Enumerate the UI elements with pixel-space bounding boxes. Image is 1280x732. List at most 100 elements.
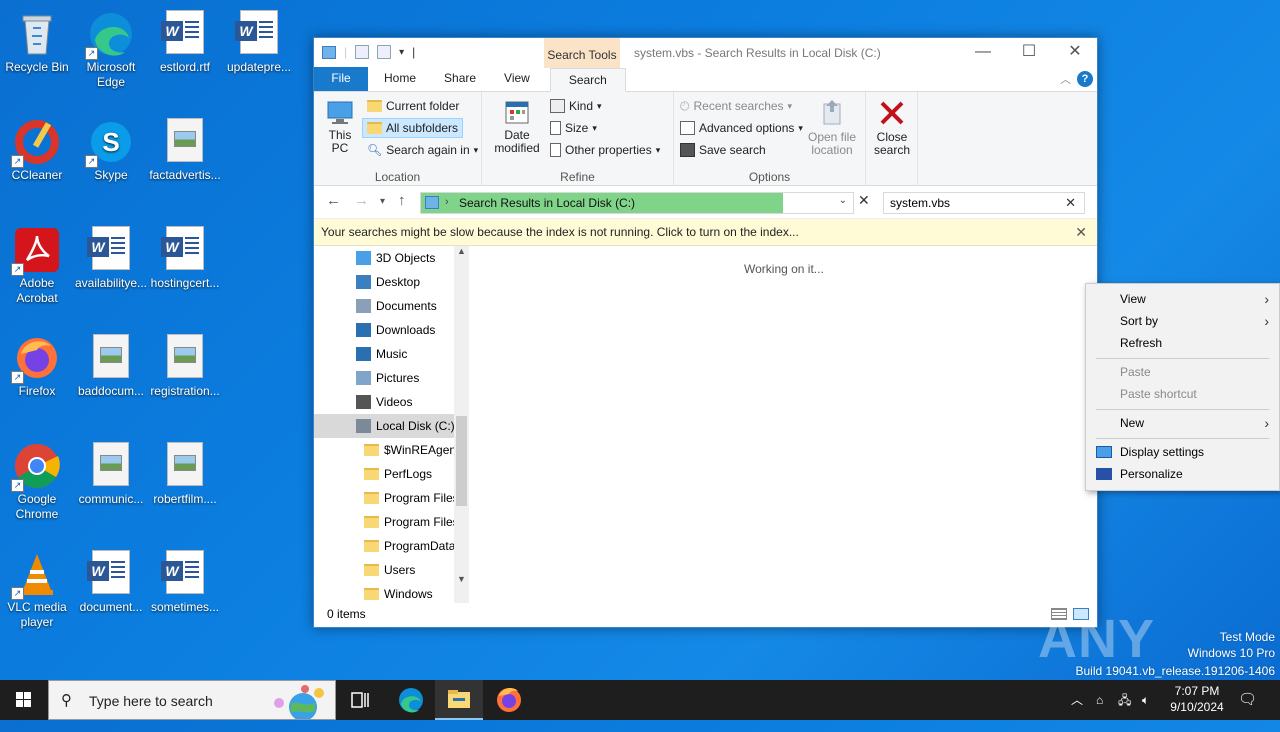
- nav-scrollbar[interactable]: ▲ ▼: [454, 246, 469, 606]
- menu-item-new[interactable]: New ›: [1086, 412, 1279, 434]
- nav-item[interactable]: Pictures: [314, 366, 454, 390]
- scroll-thumb[interactable]: [456, 416, 467, 506]
- windows-logo-icon: [16, 692, 31, 707]
- desktop-icon-robertfilm[interactable]: robertfilm....: [148, 438, 222, 507]
- title-bar[interactable]: | ▾ | Search Tools system.vbs - Search R…: [314, 38, 1097, 68]
- network-icon[interactable]: 🖧︎: [1118, 680, 1131, 720]
- desktop-icon-recycle-bin[interactable]: Recycle Bin: [0, 6, 74, 75]
- desktop-icon-baddocum[interactable]: baddocum...: [74, 330, 148, 399]
- date-modified-button[interactable]: Date modified: [486, 98, 548, 155]
- desktop-icon-ccleaner[interactable]: ↗ CCleaner: [0, 114, 74, 183]
- all-subfolders-button[interactable]: All subfolders: [362, 118, 464, 138]
- close-search-button[interactable]: Close search: [870, 98, 914, 157]
- folder-icon: [364, 468, 379, 480]
- nav-item[interactable]: Documents: [314, 294, 454, 318]
- search-input[interactable]: system.vbs ✕: [883, 192, 1085, 214]
- minimize-button[interactable]: —: [960, 38, 1006, 68]
- help-icon[interactable]: ?: [1077, 71, 1093, 87]
- address-field[interactable]: › Search Results in Local Disk (C:) ⌄: [420, 192, 854, 214]
- taskbar-edge-button[interactable]: [387, 680, 435, 720]
- properties-icon[interactable]: [355, 45, 370, 59]
- search-again-in-button[interactable]: 🔍︎ Search again in ▾: [364, 140, 481, 160]
- up-arrow-icon[interactable]: ↑: [398, 192, 406, 209]
- menu-item-paste-shortcut[interactable]: Paste shortcut: [1086, 383, 1279, 405]
- desktop-icon-label: communic...: [78, 492, 144, 506]
- dismiss-info-bar-icon[interactable]: ✕: [1075, 219, 1087, 245]
- nav-item[interactable]: Desktop: [314, 270, 454, 294]
- desktop-icon-hostingcert[interactable]: W hostingcert...: [148, 222, 222, 291]
- desktop-icon-microsoft-edge[interactable]: ↗ Microsoft Edge: [74, 6, 148, 90]
- recent-locations-chevron-icon[interactable]: ▾: [380, 196, 385, 207]
- advanced-options-button[interactable]: Advanced options ▾: [680, 118, 803, 138]
- nav-item[interactable]: 3D Objects: [314, 246, 454, 270]
- system-clock[interactable]: 7:07 PM 9/10/2024: [1160, 683, 1234, 715]
- stop-search-icon[interactable]: ✕: [858, 192, 870, 209]
- nav-item[interactable]: Downloads: [314, 318, 454, 342]
- desktop-icon-adobe-acrobat[interactable]: ↗ Adobe Acrobat: [0, 222, 74, 306]
- nav-item[interactable]: Program Files: [314, 486, 454, 510]
- tab-view[interactable]: View: [490, 67, 544, 91]
- desktop-icon-factadvertis[interactable]: factadvertis...: [148, 114, 222, 183]
- size-button[interactable]: Size ▾: [550, 118, 597, 138]
- nav-item[interactable]: PerfLogs: [314, 462, 454, 486]
- back-arrow-icon[interactable]: ←: [326, 192, 341, 209]
- nav-item[interactable]: Local Disk (C:): [314, 414, 454, 438]
- scroll-down-icon[interactable]: ▼: [457, 574, 466, 584]
- volume-icon[interactable]: 🔈︎: [1142, 680, 1149, 720]
- collapse-ribbon-icon[interactable]: ︿: [1060, 71, 1071, 87]
- current-folder-button[interactable]: Current folder: [364, 96, 462, 116]
- menu-item-refresh[interactable]: Refresh: [1086, 332, 1279, 354]
- address-dropdown-icon[interactable]: ⌄: [839, 195, 847, 206]
- security-tray-icon[interactable]: ⌂: [1096, 680, 1103, 720]
- forward-arrow-icon[interactable]: →: [354, 192, 369, 209]
- nav-item[interactable]: ProgramData: [314, 534, 454, 558]
- tab-search[interactable]: Search: [549, 68, 626, 92]
- desktop-icon-availabilitye[interactable]: W availabilitye...: [74, 222, 148, 291]
- desktop-icon-sometimes[interactable]: W sometimes...: [148, 546, 222, 615]
- task-view-button[interactable]: [336, 680, 384, 720]
- desktop-icon-vlc[interactable]: ↗ VLC media player: [0, 546, 74, 630]
- show-hidden-icons-chevron-icon[interactable]: ︿: [1071, 680, 1083, 720]
- nav-item-label: Desktop: [376, 275, 421, 289]
- recent-searches-button[interactable]: 🕘︎ Recent searches ▾: [680, 96, 792, 116]
- customize-toolbar-chevron-icon[interactable]: ▾: [399, 47, 404, 58]
- kind-button[interactable]: Kind ▾: [550, 96, 602, 116]
- nav-item[interactable]: $WinREAgent: [314, 438, 454, 462]
- save-search-button[interactable]: Save search: [680, 140, 766, 160]
- menu-item-sort-by[interactable]: Sort by ›: [1086, 310, 1279, 332]
- desktop-icon-google-chrome[interactable]: ↗ Google Chrome: [0, 438, 74, 522]
- tab-home[interactable]: Home: [368, 67, 430, 91]
- nav-item[interactable]: Users: [314, 558, 454, 582]
- desktop-icon-registration[interactable]: registration...: [148, 330, 222, 399]
- taskbar-search-box[interactable]: ⚲ Type here to search: [48, 680, 336, 720]
- notifications-icon[interactable]: 🗨︎: [1238, 680, 1257, 720]
- desktop-icon-communic[interactable]: communic...: [74, 438, 148, 507]
- start-button[interactable]: [0, 680, 48, 720]
- results-pane[interactable]: Working on it...: [469, 246, 1097, 606]
- desktop-icon-updatepre[interactable]: W updatepre...: [222, 6, 296, 75]
- nav-item[interactable]: Videos: [314, 390, 454, 414]
- open-file-location-button[interactable]: Open file location: [802, 98, 862, 157]
- taskbar-file-explorer-button[interactable]: [435, 680, 483, 720]
- nav-item[interactable]: Program Files (x86): [314, 510, 454, 534]
- desktop-icon-skype[interactable]: S ↗ Skype: [74, 114, 148, 183]
- other-properties-button[interactable]: Other properties ▾: [550, 140, 660, 160]
- maximize-button[interactable]: ☐: [1006, 38, 1052, 68]
- clear-search-icon[interactable]: ✕: [1065, 195, 1076, 211]
- scroll-up-icon[interactable]: ▲: [457, 246, 466, 256]
- menu-item-display-settings[interactable]: Display settings: [1086, 441, 1279, 463]
- desktop-icon-document[interactable]: W document...: [74, 546, 148, 615]
- desktop-icon-estlord[interactable]: W estlord.rtf: [148, 6, 222, 75]
- tab-share[interactable]: Share: [430, 67, 490, 91]
- new-folder-icon[interactable]: [377, 45, 392, 59]
- desktop-icon-firefox[interactable]: ↗ Firefox: [0, 330, 74, 399]
- menu-item-personalize[interactable]: Personalize: [1086, 463, 1279, 485]
- tab-file[interactable]: File: [314, 67, 368, 91]
- menu-item-paste[interactable]: Paste: [1086, 361, 1279, 383]
- menu-item-view[interactable]: View ›: [1086, 288, 1279, 310]
- index-info-bar[interactable]: Your searches might be slow because the …: [314, 218, 1097, 246]
- close-button[interactable]: ✕: [1052, 38, 1098, 68]
- this-pc-button[interactable]: This PC: [322, 98, 358, 155]
- nav-item[interactable]: Music: [314, 342, 454, 366]
- taskbar-firefox-button[interactable]: [485, 680, 533, 720]
